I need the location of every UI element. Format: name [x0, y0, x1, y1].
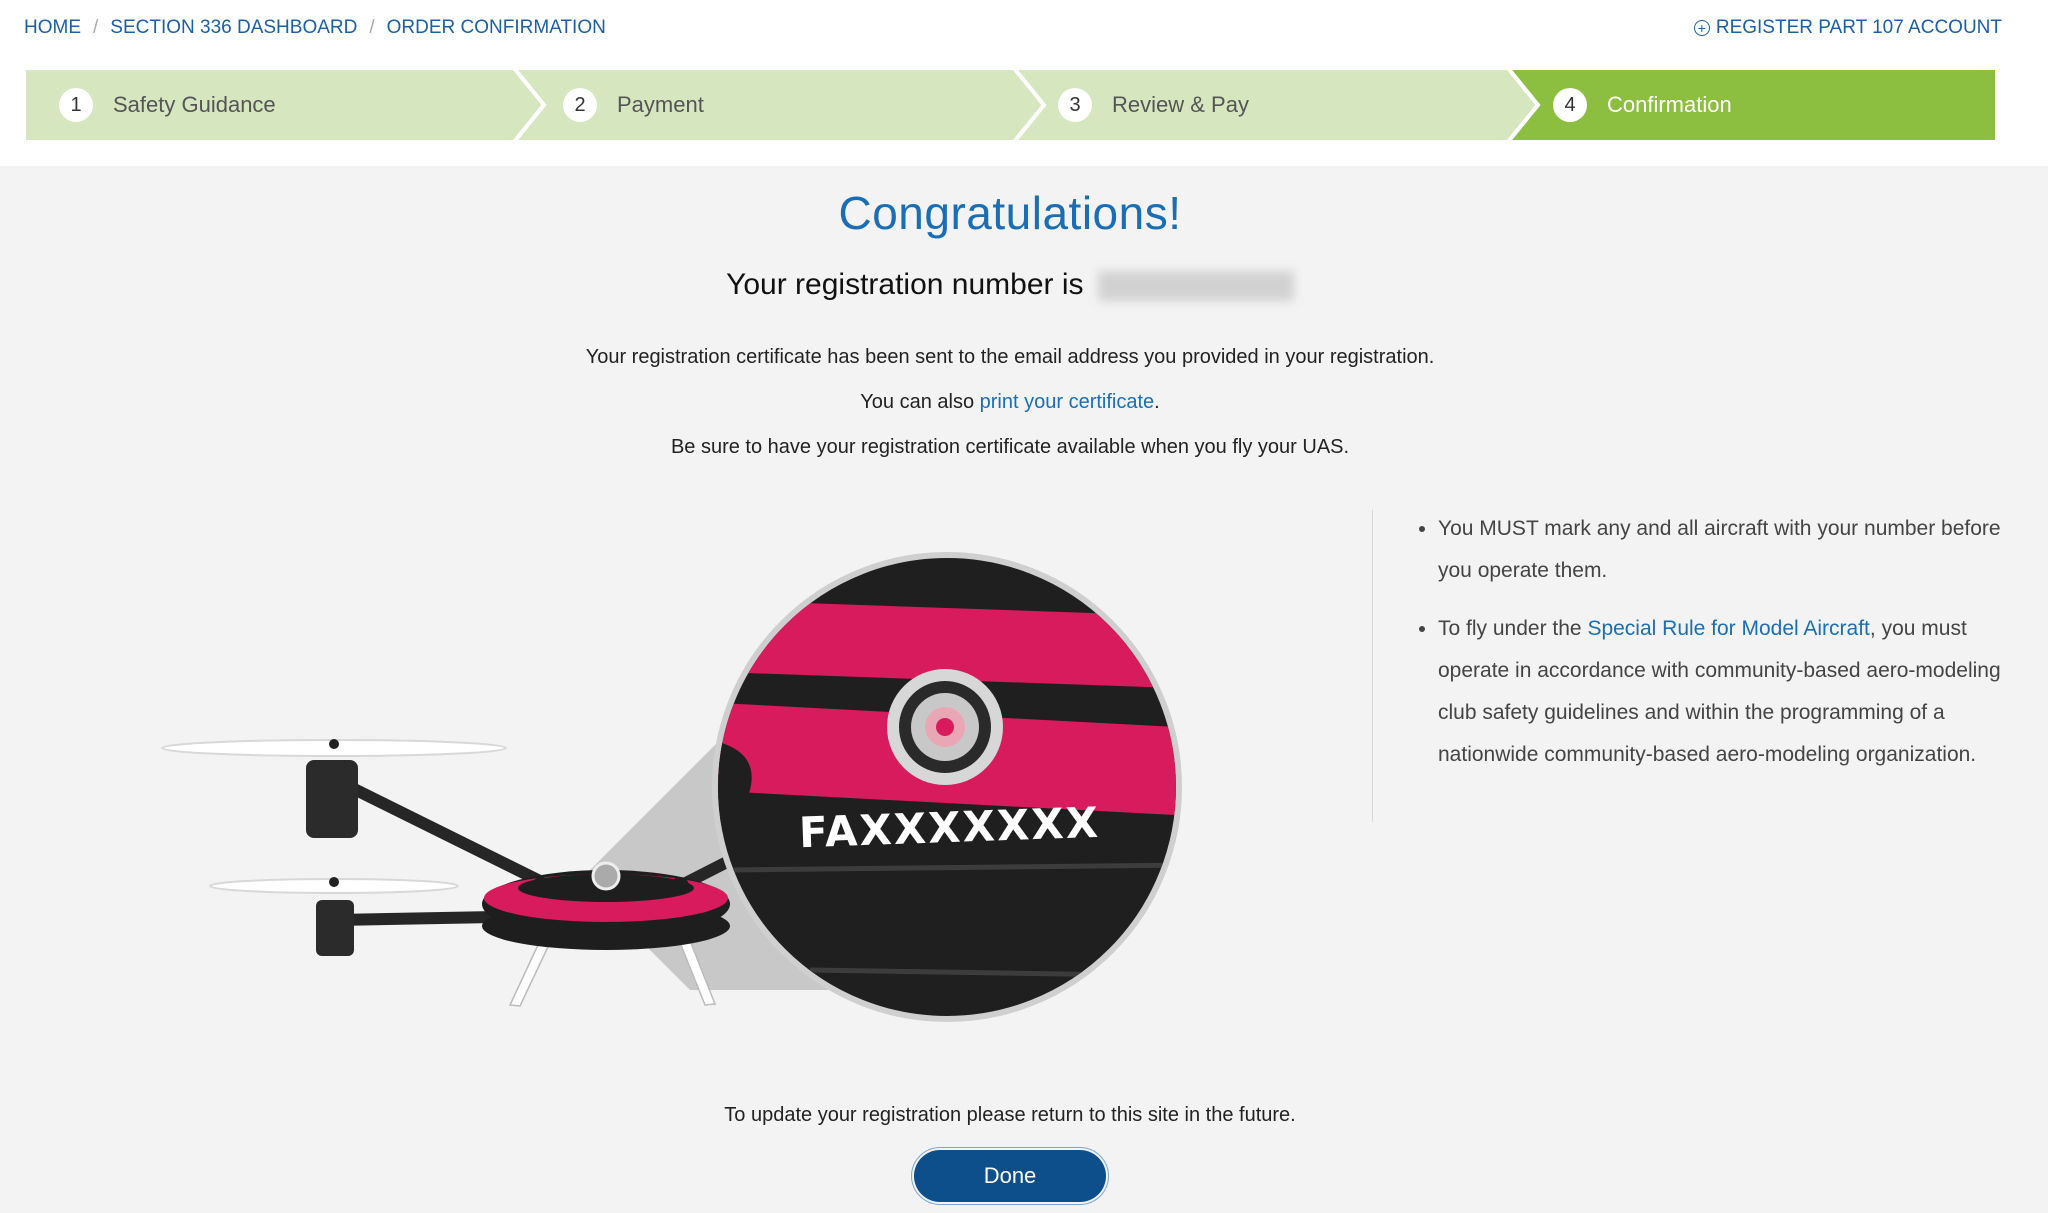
special-rule-link[interactable]: Special Rule for Model Aircraft — [1587, 617, 1869, 640]
certificate-sent-text: Your registration certificate has been s… — [585, 346, 1435, 368]
drone-camera — [591, 861, 621, 891]
print-certificate-prefix: You can also — [860, 391, 975, 413]
drone-motor — [306, 760, 358, 838]
register-part107-link[interactable]: + REGISTER PART 107 ACCOUNT — [1693, 14, 2002, 42]
step-number: 1 — [59, 88, 93, 122]
requirements-list: You MUST mark any and all aircraft with … — [1412, 508, 2038, 792]
print-certificate-suffix: . — [1154, 391, 1160, 413]
print-certificate-line: You can also print your certificate. — [0, 391, 2020, 414]
step-safety-guidance: 1 Safety Guidance — [59, 68, 276, 142]
arm-joint — [671, 877, 689, 895]
print-certificate-link[interactable]: print your certificate — [980, 391, 1155, 413]
propeller-hub — [329, 739, 339, 749]
breadcrumb-separator: / — [369, 17, 375, 38]
step-confirmation: 4 Confirmation — [1553, 68, 1732, 142]
breadcrumb-home[interactable]: HOME — [24, 17, 81, 39]
special-rule-prefix: To fly under the — [1438, 617, 1582, 640]
step-number: 3 — [1058, 88, 1092, 122]
list-item: To fly under the Special Rule for Model … — [1438, 608, 2038, 776]
drone-arm — [330, 774, 556, 892]
progress-steps: 1 Safety Guidance 2 Payment 3 Review & P… — [24, 68, 1997, 142]
step-number: 2 — [563, 88, 597, 122]
step-label: Payment — [617, 92, 704, 117]
drone-motor — [316, 900, 354, 956]
page-title: Congratulations! — [838, 187, 1182, 239]
step-label: Confirmation — [1607, 92, 1732, 117]
step-number: 4 — [1553, 88, 1587, 122]
plus-circle-icon: + — [1693, 20, 1710, 36]
done-button[interactable]: Done — [914, 1150, 1106, 1202]
step-review-pay: 3 Review & Pay — [1058, 68, 1249, 142]
propeller-hub — [329, 877, 339, 887]
step-payment: 2 Payment — [563, 68, 704, 142]
registration-number-line: Your registration number is — [0, 268, 2020, 302]
camera-lens-center — [936, 718, 954, 736]
breadcrumb-separator: / — [93, 17, 99, 38]
registration-number-redacted — [1097, 271, 1294, 302]
step-label: Review & Pay — [1112, 92, 1249, 117]
register-part107-label: REGISTER PART 107 ACCOUNT — [1715, 17, 2002, 38]
registration-number-label: Your registration number is — [726, 268, 1084, 301]
vertical-divider — [1372, 510, 1373, 822]
arm-joint — [532, 877, 550, 895]
certificate-available-text: Be sure to have your registration certif… — [670, 436, 1350, 458]
list-item: You MUST mark any and all aircraft with … — [1438, 508, 2038, 592]
breadcrumb: HOME / SECTION 336 DASHBOARD / ORDER CON… — [24, 14, 606, 42]
breadcrumb-order-confirmation[interactable]: ORDER CONFIRMATION — [387, 17, 606, 39]
drone-illustration: FAXXXXXXX — [161, 552, 1182, 1022]
breadcrumb-dashboard[interactable]: SECTION 336 DASHBOARD — [110, 17, 357, 39]
update-registration-text: To update your registration please retur… — [724, 1104, 1296, 1126]
step-label: Safety Guidance — [113, 92, 276, 117]
